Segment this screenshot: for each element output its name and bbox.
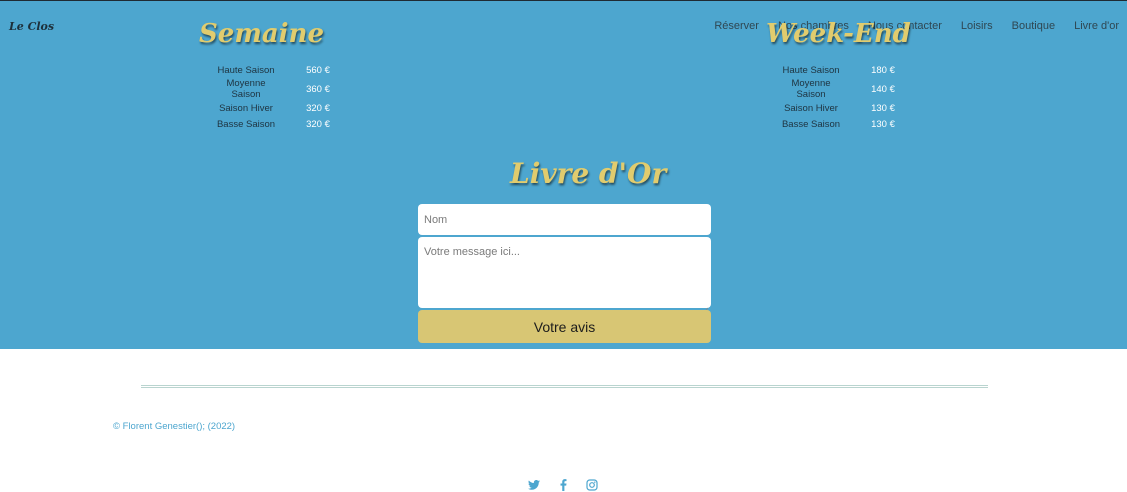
twitter-icon[interactable]: [527, 478, 541, 492]
table-row: Saison Hiver 130 €: [777, 100, 921, 116]
footer-divider: [141, 385, 988, 388]
season-label: Moyenne Saison: [226, 78, 266, 100]
season-price: 360 €: [306, 83, 330, 95]
table-row: Moyenne Saison 360 €: [212, 78, 356, 100]
name-input[interactable]: [418, 204, 711, 235]
season-price: 140 €: [871, 83, 895, 95]
semaine-title: Semaine: [199, 19, 324, 49]
weekend-title: Week-End: [766, 19, 911, 49]
table-row: Basse Saison 130 €: [777, 116, 921, 132]
table-row: Haute Saison 560 €: [212, 62, 356, 78]
submit-review-button[interactable]: Votre avis: [418, 310, 711, 343]
nav-item-livre-dor[interactable]: Livre d'or: [1074, 20, 1119, 32]
season-price: 560 €: [306, 64, 330, 76]
semaine-price-table: Haute Saison 560 € Moyenne Saison 360 € …: [212, 62, 356, 132]
season-label: Saison Hiver: [219, 102, 273, 114]
season-price: 130 €: [871, 118, 895, 130]
season-price: 180 €: [871, 64, 895, 76]
season-label: Haute Saison: [782, 64, 840, 76]
nav-item-reserver[interactable]: Réserver: [714, 20, 759, 32]
instagram-icon[interactable]: [585, 478, 599, 492]
season-price: 130 €: [871, 102, 895, 114]
resize-handle-icon[interactable]: [702, 300, 709, 314]
season-label: Saison Hiver: [784, 102, 838, 114]
guestbook-title: Livre d'Or: [510, 157, 667, 190]
season-label: Basse Saison: [781, 118, 841, 130]
table-row: Haute Saison 180 €: [777, 62, 921, 78]
site-logo[interactable]: Le Clos: [9, 20, 54, 33]
season-label: Moyenne Saison: [791, 78, 831, 100]
season-label: Basse Saison: [216, 118, 276, 130]
facebook-icon[interactable]: [556, 478, 570, 492]
message-textarea[interactable]: [418, 237, 711, 308]
table-row: Saison Hiver 320 €: [212, 100, 356, 116]
weekend-price-table: Haute Saison 180 € Moyenne Saison 140 € …: [777, 62, 921, 132]
table-row: Moyenne Saison 140 €: [777, 78, 921, 100]
nav-item-loisirs[interactable]: Loisirs: [961, 20, 993, 32]
season-price: 320 €: [306, 118, 330, 130]
nav-item-boutique[interactable]: Boutique: [1012, 20, 1055, 32]
season-label: Haute Saison: [217, 64, 275, 76]
table-row: Basse Saison 320 €: [212, 116, 356, 132]
copyright-text: © Florent Genestier(); (2022): [113, 421, 236, 432]
season-price: 320 €: [306, 102, 330, 114]
